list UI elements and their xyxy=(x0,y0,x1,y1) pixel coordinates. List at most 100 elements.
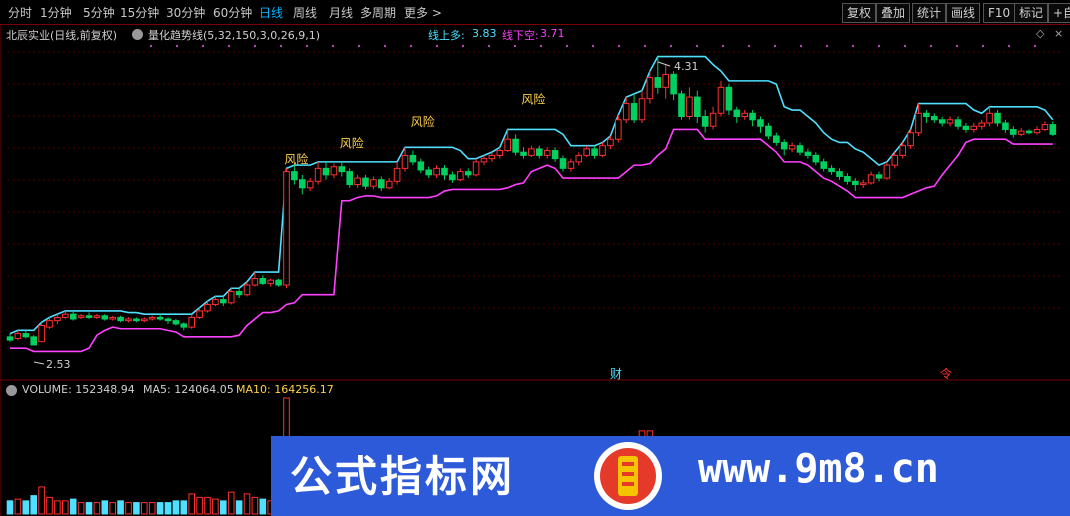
candle-body xyxy=(891,154,899,166)
candle-body xyxy=(915,112,922,134)
volume-bar xyxy=(227,491,235,515)
volume-bar xyxy=(69,498,77,515)
candle-body xyxy=(480,158,488,163)
volume-bar xyxy=(117,500,124,515)
volume-bar xyxy=(30,495,37,515)
candle-body xyxy=(409,154,417,163)
candle-body xyxy=(267,279,274,284)
candle-body xyxy=(591,148,598,156)
candle-body xyxy=(196,310,203,318)
volume-value: VOLUME: 152348.94 xyxy=(22,383,135,396)
candle-body xyxy=(401,154,409,169)
dot-marker xyxy=(748,45,750,47)
candle-body xyxy=(717,86,725,114)
watermark-url: www.9m8.cn xyxy=(698,446,939,492)
candle-body xyxy=(378,179,385,189)
volume-bar xyxy=(141,502,148,515)
dot-marker xyxy=(774,45,776,47)
high-price-label: 4.31 xyxy=(674,60,699,73)
volume-bar xyxy=(259,498,267,515)
dot-marker xyxy=(696,45,698,47)
risk-label: 风险 xyxy=(340,135,364,150)
candle-body xyxy=(322,167,330,176)
dot-marker xyxy=(462,45,464,47)
dot-marker xyxy=(592,45,594,47)
candle-body xyxy=(733,109,741,118)
volume-toggle-icon[interactable] xyxy=(6,385,17,396)
volume-bar xyxy=(180,500,188,515)
candle-body xyxy=(306,180,314,189)
candle-body xyxy=(133,318,140,322)
volume-ma5: MA5: 124064.05 xyxy=(143,383,234,396)
candle-body xyxy=(773,135,780,143)
candle-body xyxy=(551,150,559,160)
candle-body xyxy=(346,171,353,186)
dot-marker xyxy=(826,45,828,47)
candle-body xyxy=(859,182,867,186)
candle-body xyxy=(385,180,393,189)
candle-body xyxy=(543,150,551,156)
volume-bar xyxy=(243,493,251,515)
candle-body xyxy=(433,167,440,176)
candle-body xyxy=(654,77,662,88)
candle-body xyxy=(1025,130,1033,134)
candle-body xyxy=(496,150,504,156)
candle-body xyxy=(828,167,835,173)
candle-body xyxy=(156,316,164,320)
volume-bar xyxy=(133,502,140,515)
volume-bar xyxy=(46,496,53,515)
dot-marker xyxy=(540,45,542,47)
candle-body xyxy=(599,145,606,156)
candle-body xyxy=(899,145,907,156)
volume-bar xyxy=(93,502,101,515)
candle-body xyxy=(646,77,654,100)
risk-label: 风险 xyxy=(411,114,435,129)
candle-body xyxy=(844,175,851,182)
candle-body xyxy=(812,154,820,163)
candle-body xyxy=(978,122,986,127)
candle-body xyxy=(504,138,511,152)
candle-body xyxy=(109,316,117,320)
volume-bar xyxy=(109,502,117,515)
candle-body xyxy=(938,119,946,124)
candle-body xyxy=(559,158,567,169)
candle-body xyxy=(946,119,954,124)
candle-body xyxy=(583,148,591,156)
candle-body xyxy=(725,86,733,111)
candle-body xyxy=(923,112,930,118)
volume-bar xyxy=(22,500,30,515)
volume-bar xyxy=(204,496,211,515)
candle-body xyxy=(30,336,37,346)
candle-body xyxy=(141,318,148,322)
candle-body xyxy=(54,316,61,322)
candle-body xyxy=(46,320,53,328)
volume-bar xyxy=(251,496,259,515)
dot-marker xyxy=(852,45,854,47)
candle-body xyxy=(93,315,101,318)
candle-body xyxy=(464,171,472,176)
watermark-title: 公式指标网 xyxy=(290,452,516,501)
dot-marker xyxy=(982,45,984,47)
candle-body xyxy=(749,112,756,121)
candle-body xyxy=(354,177,361,186)
dot-marker xyxy=(878,45,880,47)
candle-body xyxy=(796,145,804,153)
candle-body xyxy=(125,318,132,322)
candle-body xyxy=(22,333,30,338)
candle-body xyxy=(180,323,188,328)
dot-marker xyxy=(280,45,282,47)
volume-bar xyxy=(101,500,109,515)
candle-body xyxy=(362,177,369,187)
candle-body xyxy=(299,179,306,189)
candle-body xyxy=(338,166,346,173)
candle-body xyxy=(472,161,480,176)
candle-body xyxy=(117,316,124,322)
candle-body xyxy=(172,320,180,325)
candle-body xyxy=(670,73,677,95)
candle-body xyxy=(954,119,962,127)
volume-bar xyxy=(196,496,203,515)
dot-marker xyxy=(228,45,230,47)
dot-marker xyxy=(514,45,516,47)
candle-body xyxy=(607,138,614,147)
candle-body xyxy=(962,125,970,130)
